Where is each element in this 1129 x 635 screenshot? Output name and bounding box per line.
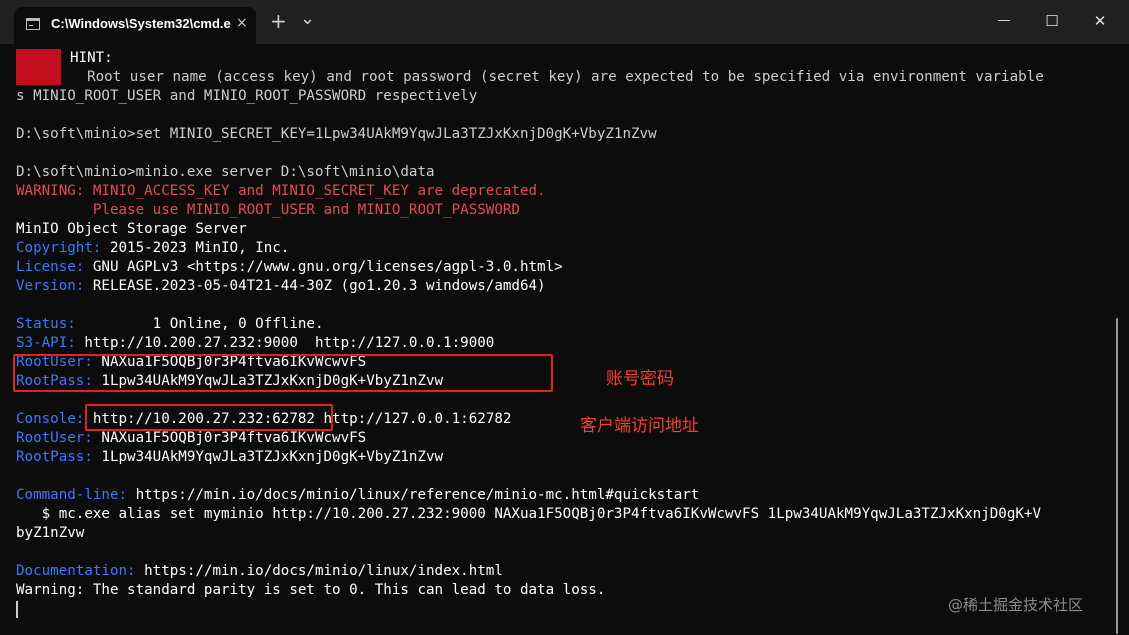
terminal-window: C:\Windows\System32\cmd.e × + ⌄ — ☐ ✕ HI… [0, 0, 1129, 635]
output-key: Status: [16, 316, 76, 332]
scrollbar-thumb[interactable] [1116, 318, 1118, 634]
hint-line: s MINIO_ROOT_USER and MINIO_ROOT_PASSWOR… [16, 88, 478, 104]
output-key: S3-API: [16, 335, 76, 351]
copyright-line: Copyright: 2015-2023 MinIO, Inc. [16, 239, 289, 258]
hint-label: HINT: [70, 50, 113, 66]
output-key: Version: [16, 278, 85, 294]
close-button[interactable]: ✕ [1084, 9, 1116, 33]
minimize-button[interactable]: — [988, 9, 1020, 33]
output-value: RELEASE.2023-05-04T21-44-30Z (go1.20.3 w… [84, 278, 546, 294]
output-key: RootPass: [16, 449, 93, 465]
s3-api-line: S3-API: http://10.200.27.232:9000 http:/… [16, 334, 494, 353]
command-line: D:\soft\minio>set MINIO_SECRET_KEY=1Lpw3… [16, 126, 657, 142]
output-key: Documentation: [16, 563, 136, 579]
watermark: @稀土掘金技术社区 [948, 596, 1084, 614]
license-line: License: GNU AGPLv3 <https://www.gnu.org… [16, 258, 563, 277]
credentials-annotation: 账号密码 [606, 369, 674, 389]
output-key: Copyright: [16, 240, 102, 256]
credentials-highlight-box [13, 354, 553, 392]
output-value: https://min.io/docs/minio/linux/index.ht… [135, 563, 503, 579]
text-cursor [16, 601, 18, 618]
mc-command-line: byZ1nZvw [16, 525, 85, 541]
warning-line: Please use MINIO_ROOT_USER and MINIO_ROO… [16, 202, 520, 218]
root-user-line: RootUser: NAXua1F5OQBj0r3P4ftva6IKvWcwvF… [16, 429, 366, 448]
status-line: Status: 1 Online, 0 Offline. [16, 315, 324, 334]
tab-dropdown-button[interactable]: ⌄ [300, 8, 315, 29]
console-url-highlight-box [85, 404, 333, 431]
output-value: https://min.io/docs/minio/linux/referenc… [127, 487, 700, 503]
tab-cmd[interactable]: C:\Windows\System32\cmd.e × [14, 7, 256, 44]
title-bar: C:\Windows\System32\cmd.e × + ⌄ — ☐ ✕ [0, 0, 1129, 44]
redaction-block [16, 49, 61, 85]
output-value: GNU AGPLv3 <https://www.gnu.org/licenses… [84, 259, 563, 275]
output-key: License: [16, 259, 85, 275]
command-line-doc: Command-line: https://min.io/docs/minio/… [16, 486, 699, 505]
tab-title: C:\Windows\System32\cmd.e [51, 16, 231, 31]
output-key: RootUser: [16, 430, 93, 446]
maximize-button[interactable]: ☐ [1036, 9, 1068, 33]
documentation-line: Documentation: https://min.io/docs/minio… [16, 562, 503, 581]
root-pass-line: RootPass: 1Lpw34UAkM9YqwJLa3TZJxKxnjD0gK… [16, 448, 443, 467]
warning-line: WARNING: MINIO_ACCESS_KEY and MINIO_SECR… [16, 183, 546, 199]
output-value: 1 Online, 0 Offline. [75, 316, 324, 332]
parity-warning: Warning: The standard parity is set to 0… [16, 582, 606, 598]
output-value: NAXua1F5OQBj0r3P4ftva6IKvWcwvFS [92, 430, 367, 446]
command-line: D:\soft\minio>minio.exe server D:\soft\m… [16, 164, 435, 180]
tab-close-icon[interactable]: × [236, 15, 248, 31]
hint-line: Root user name (access key) and root pas… [70, 69, 1044, 85]
output-value: http://10.200.27.232:9000 http://127.0.0… [75, 335, 495, 351]
product-name: MinIO Object Storage Server [16, 221, 247, 237]
client-url-annotation: 客户端访问地址 [580, 416, 699, 436]
version-line: Version: RELEASE.2023-05-04T21-44-30Z (g… [16, 277, 546, 296]
output-key: Command-line: [16, 487, 128, 503]
output-value: 2015-2023 MinIO, Inc. [101, 240, 290, 256]
output-value: 1Lpw34UAkM9YqwJLa3TZJxKxnjD0gK+VbyZ1nZvw [92, 449, 444, 465]
output-key: Console: [16, 411, 85, 427]
cmd-icon [26, 18, 40, 30]
scrollbar[interactable] [1115, 44, 1129, 635]
new-tab-button[interactable]: + [270, 9, 287, 33]
mc-command-line: $ mc.exe alias set myminio http://10.200… [16, 506, 1041, 522]
